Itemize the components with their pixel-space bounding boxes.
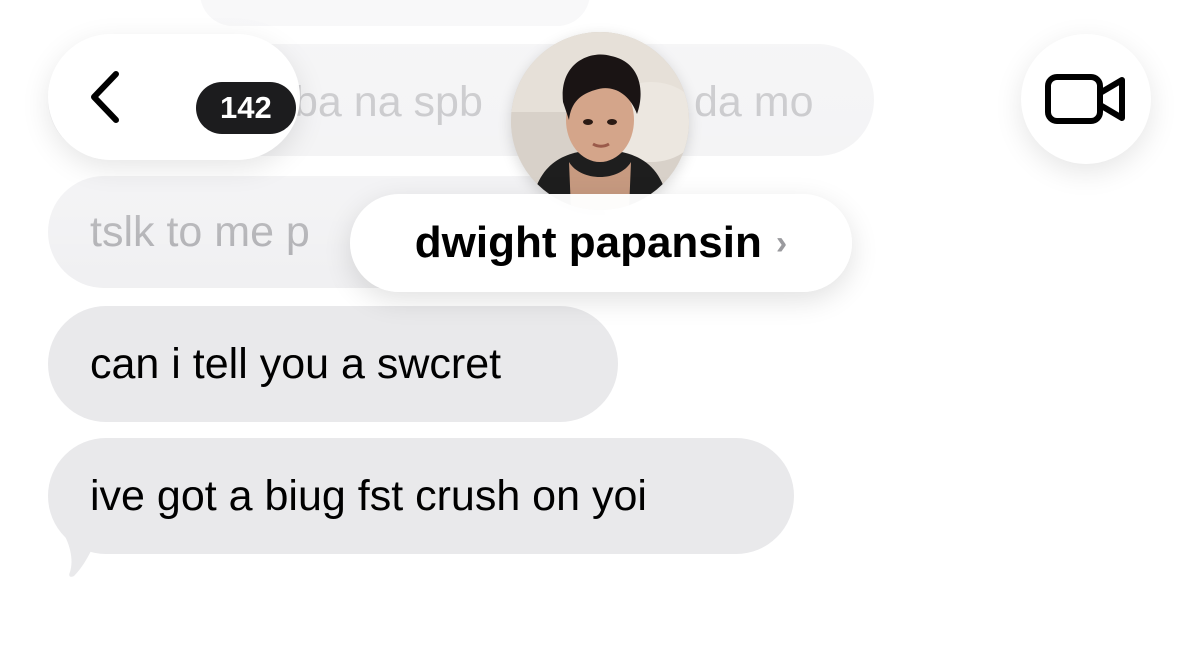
chevron-left-icon — [91, 71, 119, 123]
message-text: ba na spb — [294, 78, 483, 126]
contact-name-button[interactable]: dwight papansin › — [350, 194, 852, 292]
back-button[interactable]: 142 — [48, 34, 300, 160]
bubble-tail-icon — [60, 528, 100, 577]
unread-count-badge: 142 — [196, 82, 296, 134]
message-bubble[interactable]: can i tell you a swcret — [48, 306, 618, 422]
chevron-right-icon: › — [775, 223, 788, 262]
message-text: ive got a biug fst crush on yoi — [90, 471, 647, 520]
message-text: tslk to me p — [90, 207, 310, 256]
message-bubble-clipped — [200, 0, 590, 26]
contact-name: dwight papansin — [414, 218, 762, 267]
video-call-button[interactable] — [1021, 34, 1151, 164]
message-text: can i tell you a swcret — [90, 339, 502, 388]
message-text-tail: da mo — [694, 78, 814, 126]
video-camera-icon — [1045, 74, 1125, 124]
contact-avatar[interactable] — [511, 32, 689, 210]
message-bubble[interactable]: ive got a biug fst crush on yoi — [48, 438, 794, 554]
avatar-photo — [511, 32, 689, 210]
